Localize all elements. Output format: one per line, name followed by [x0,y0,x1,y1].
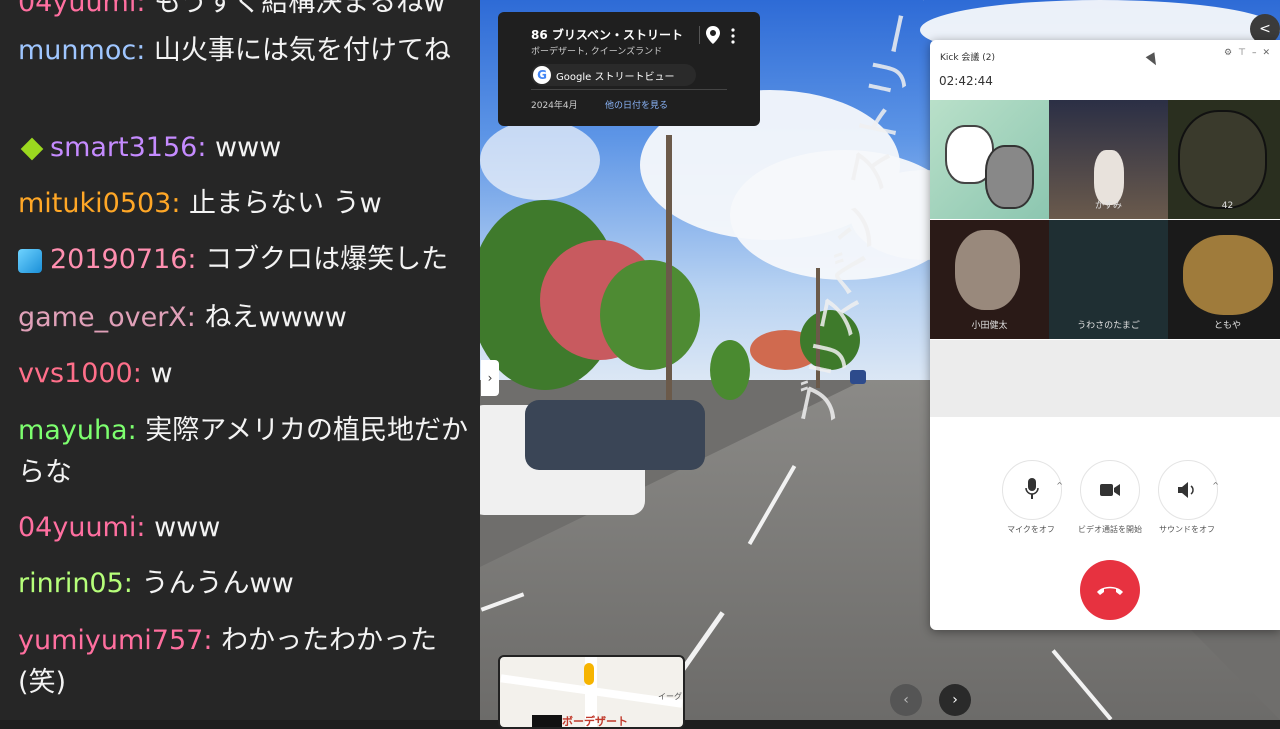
google-street-view-button[interactable]: G Google ストリートビュー [531,64,696,86]
chat-text: コブクロは爆笑した [205,244,449,275]
kick-call-window: Kick 会議 (2) ⚙⊤–✕ 02:42:44 かすみ 42 小田健太 うわ… [930,40,1280,630]
chat-message: vvs1000: w [18,353,478,395]
location-title: 86 ブリスベン・ストリート [531,28,684,42]
participant-tile[interactable]: 小田健太 [930,220,1049,339]
speaker-icon [1178,482,1194,498]
phone-hangup-icon [1097,586,1123,595]
chat-message: mayuha: 実際アメリカの植民地だからな [18,410,478,494]
chat-text: もうすぐ結構決まるねw [154,0,446,18]
chat-username[interactable]: rinrin05: [18,568,133,599]
parked-car-dark [525,400,705,470]
chevron-up-icon[interactable]: ^ [1212,481,1219,490]
minimize-icon[interactable]: – [1252,48,1263,58]
participant-tile[interactable]: 42 [1168,100,1280,219]
cloud [480,120,600,200]
chat-username[interactable]: smart3156: [50,132,206,163]
chat-username[interactable]: mayuha: [18,415,137,446]
map-label: ボーデザート [562,715,628,728]
chat-username[interactable]: vvs1000: [18,358,142,389]
participant-strip [930,340,1280,417]
call-timer: 02:42:44 [939,74,993,88]
chat-username[interactable]: munmoc: [18,35,145,66]
chat-username[interactable]: yumiyumi757: [18,625,212,656]
window-title: Kick 会議 (2) [940,53,996,63]
video-button[interactable] [1080,460,1140,520]
window-controls: ⚙⊤–✕ [1224,48,1276,58]
participant-name: ともや [1213,321,1241,331]
chat-message: 04yuumi: もうすぐ結構決まるねw [18,0,478,24]
chat-username[interactable]: mituki0503: [18,188,180,219]
close-icon[interactable]: ✕ [1262,48,1276,58]
chevron-up-icon[interactable]: ^ [1056,481,1063,490]
chat-message: munmoc: 山火事には気を付けてね [18,30,478,72]
avatar [1094,150,1124,205]
next-arrow-icon[interactable]: › [939,684,971,716]
chat-message: smart3156: www [18,127,478,169]
avatar [955,230,1020,310]
chat-text: www [215,132,282,163]
mic-button[interactable]: ^ [1002,460,1063,520]
avatar [985,145,1034,209]
map-label: イーグ [658,692,682,701]
chat-text: うんうんww [141,568,294,599]
participant-tile[interactable] [930,100,1049,219]
participant-name: かすみ [1094,201,1122,211]
mic-label: マイクをオフ [1007,525,1055,534]
google-g-icon: G [533,66,551,84]
map-redaction [532,715,562,727]
chat-panel: 04yuumi: もうすぐ結構決まるねw munmoc: 山火事には気を付けてね… [0,0,480,720]
divider [699,26,700,44]
chat-message: rinrin05: うんうんww [18,563,478,605]
participant-name: うわさのたまご [1077,321,1140,331]
tree [600,260,700,370]
gear-icon[interactable]: ⚙ [1224,48,1238,58]
participant-tile[interactable]: うわさのたまご [1049,220,1168,339]
google-street-view-label: Google ストリートビュー [556,72,675,83]
sound-button[interactable]: ^ [1158,460,1219,520]
street-view-info-card: 86 ブリスベン・ストリート ボーデザート, クイーンズランド G Google… [498,12,760,126]
previous-arrow-icon[interactable]: ‹ [890,684,922,716]
capture-date: 2024年4月 [531,101,578,111]
avatar [1178,110,1267,209]
chat-message: mituki0503: 止まらない うw [18,183,478,225]
pin-icon[interactable]: ⊤ [1238,48,1252,58]
tree [710,340,750,400]
chat-message: game_overX: ねえwwww [18,297,478,339]
chat-message: 20190716: コブクロは爆笑した [18,239,478,281]
divider [531,89,727,90]
more-vert-icon[interactable] [730,28,736,44]
diamond-icon [20,137,44,160]
participant-tile[interactable]: かすみ [1049,100,1168,219]
sound-label: サウンドをオフ [1159,525,1215,534]
chat-text: w [150,358,173,389]
chat-text: 山火事には気を付けてね [153,35,451,66]
participant-tile[interactable]: ともや [1168,220,1280,339]
chat-username[interactable]: 04yuumi: [18,512,145,543]
microphone-icon [1025,478,1039,499]
chat-message: 04yuumi: www [18,507,478,549]
cube-icon [18,248,42,273]
location-pin-icon[interactable] [706,26,720,44]
chat-username[interactable]: 04yuumi: [18,0,145,18]
pegman-icon[interactable] [584,663,594,685]
chat-text: 止まらない うw [189,188,382,219]
chat-username[interactable]: game_overX: [18,302,196,333]
chevron-right-icon[interactable]: › [481,360,499,396]
chat-text: ねえwwww [204,302,347,333]
minimap[interactable]: イーグ ボーデザート [498,655,685,729]
avatar [1183,235,1273,315]
chat-username[interactable]: 20190716: [50,244,197,275]
chat-message: yumiyumi757: わかったわかった(笑) [18,620,478,704]
participant-name: 42 [1221,201,1234,211]
hang-up-button[interactable] [1080,560,1140,620]
video-camera-icon [1100,484,1120,496]
utility-pole [666,135,672,405]
other-dates-link[interactable]: 他の日付を見る [605,98,668,111]
chat-text: www [154,512,221,543]
participant-name: 小田健太 [971,321,1008,331]
location-subtitle: ボーデザート, クイーンズランド [531,47,663,57]
